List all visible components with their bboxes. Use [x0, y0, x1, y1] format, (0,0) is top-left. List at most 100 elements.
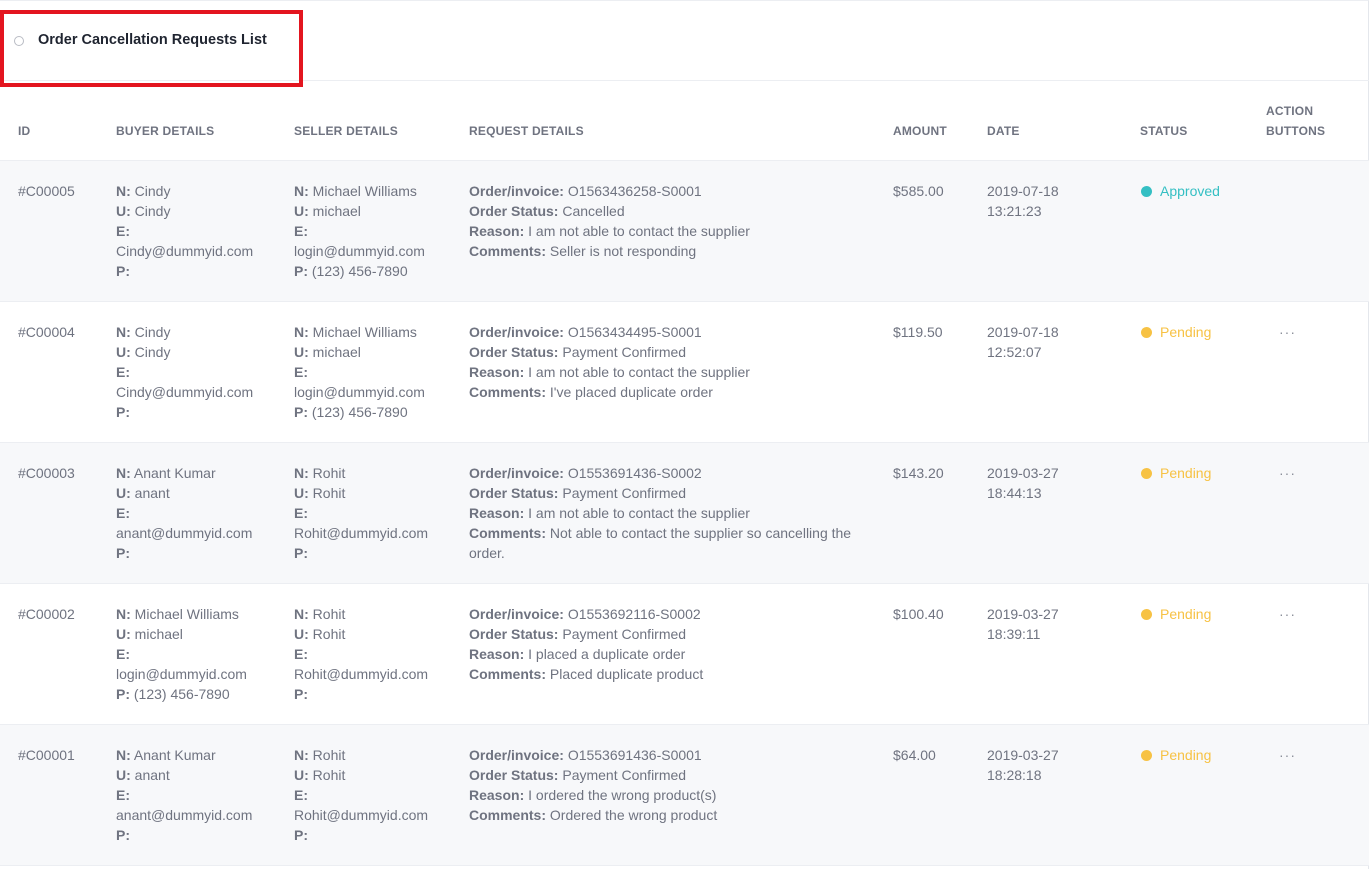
- reason-label: Reason:: [469, 364, 525, 380]
- seller-username: michael: [312, 344, 361, 360]
- order-label: Order/invoice:: [469, 183, 564, 199]
- table-row: #C00002 N: Michael Williams U: michael E…: [0, 584, 1369, 725]
- order-status: Payment Confirmed: [562, 626, 687, 642]
- buyer-username-label: U:: [116, 485, 131, 501]
- buyer-name-label: N:: [116, 324, 131, 340]
- date: 2019-07-18: [987, 324, 1059, 340]
- reason: I placed a duplicate order: [528, 646, 686, 662]
- status-label: Pending: [1160, 747, 1212, 763]
- more-horizontal-icon[interactable]: ···: [1279, 748, 1295, 762]
- seller-username-label: U:: [294, 344, 309, 360]
- more-horizontal-icon[interactable]: ···: [1279, 466, 1295, 480]
- seller-email-label: E:: [294, 505, 308, 521]
- more-horizontal-icon[interactable]: ···: [1279, 607, 1295, 621]
- time: 13:21:23: [987, 203, 1042, 219]
- seller-username-label: U:: [294, 767, 309, 783]
- seller-details: N: Rohit U: Rohit E: Rohit@dummyid.com P…: [294, 463, 428, 563]
- date: 2019-07-18: [987, 183, 1059, 199]
- seller-phone-label: P:: [294, 404, 308, 420]
- order-invoice: O1553691436-S0001: [567, 747, 702, 763]
- buyer-name: Cindy: [134, 324, 171, 340]
- buyer-username-label: U:: [116, 344, 131, 360]
- buyer-details: N: Anant Kumar U: anant E: anant@dummyid…: [116, 745, 252, 845]
- request-date: 2019-07-18 12:52:07: [987, 322, 1059, 362]
- seller-details: N: Michael Williams U: michael E: login@…: [294, 322, 425, 422]
- status-dot-icon: [1141, 327, 1152, 338]
- reason-label: Reason:: [469, 646, 525, 662]
- column-header-id: ID: [18, 124, 31, 138]
- buyer-username: anant: [134, 485, 170, 501]
- buyer-email: anant@dummyid.com: [116, 525, 253, 541]
- buyer-details: N: Cindy U: Cindy E: Cindy@dummyid.com P…: [116, 322, 253, 422]
- seller-username-label: U:: [294, 485, 309, 501]
- table-row: #C00001 N: Anant Kumar U: anant E: anant…: [0, 725, 1369, 866]
- request-details: Order/invoice: O1553691436-S0001 Order S…: [469, 745, 859, 825]
- seller-name-label: N:: [294, 465, 309, 481]
- buyer-name-label: N:: [116, 465, 131, 481]
- buyer-username-label: U:: [116, 626, 131, 642]
- seller-email: login@dummyid.com: [294, 384, 425, 400]
- time: 12:52:07: [987, 344, 1042, 360]
- order-status-label: Order Status:: [469, 203, 559, 219]
- reason: I am not able to contact the supplier: [528, 364, 750, 380]
- reason-label: Reason:: [469, 223, 525, 239]
- seller-username: Rohit: [312, 626, 346, 642]
- buyer-name-label: N:: [116, 183, 131, 199]
- request-id: #C00001: [18, 747, 75, 763]
- seller-email-label: E:: [294, 646, 308, 662]
- status-dot-icon: [1141, 186, 1152, 197]
- order-status: Payment Confirmed: [562, 485, 687, 501]
- buyer-name-label: N:: [116, 606, 131, 622]
- buyer-phone-label: P:: [116, 686, 130, 702]
- comments: Placed duplicate product: [549, 666, 704, 682]
- buyer-details: N: Michael Williams U: michael E: login@…: [116, 604, 247, 704]
- buyer-email: login@dummyid.com: [116, 666, 247, 682]
- seller-username-label: U:: [294, 203, 309, 219]
- seller-name-label: N:: [294, 183, 309, 199]
- seller-email: Rohit@dummyid.com: [294, 666, 429, 682]
- buyer-email: Cindy@dummyid.com: [116, 384, 254, 400]
- seller-phone: (123) 456-7890: [311, 263, 408, 279]
- column-header-action-line2: BUTTONS: [1266, 124, 1326, 138]
- column-header-buyer: BUYER DETAILS: [116, 124, 215, 138]
- seller-name: Rohit: [312, 465, 346, 481]
- order-invoice: O1563434495-S0001: [567, 324, 702, 340]
- seller-name-label: N:: [294, 324, 309, 340]
- comments-label: Comments:: [469, 807, 547, 823]
- more-horizontal-icon[interactable]: ···: [1279, 325, 1295, 339]
- order-invoice: O1563436258-S0001: [567, 183, 702, 199]
- status-dot-icon: [1141, 750, 1152, 761]
- buyer-email-label: E:: [116, 364, 130, 380]
- request-date: 2019-03-27 18:39:11: [987, 604, 1059, 644]
- buyer-username: Cindy: [134, 344, 171, 360]
- status-label: Pending: [1160, 465, 1212, 481]
- table-row: #C00003 N: Anant Kumar U: anant E: anant…: [0, 443, 1369, 584]
- status-label: Pending: [1160, 324, 1212, 340]
- buyer-username-label: U:: [116, 203, 131, 219]
- buyer-email-label: E:: [116, 505, 130, 521]
- buyer-name: Cindy: [134, 183, 171, 199]
- order-label: Order/invoice:: [469, 606, 564, 622]
- seller-email: Rohit@dummyid.com: [294, 525, 429, 541]
- column-header-seller: SELLER DETAILS: [294, 124, 398, 138]
- date: 2019-03-27: [987, 747, 1059, 763]
- seller-email-label: E:: [294, 223, 308, 239]
- date: 2019-03-27: [987, 465, 1059, 481]
- seller-phone-label: P:: [294, 686, 308, 702]
- request-details: Order/invoice: O1563434495-S0001 Order S…: [469, 322, 859, 402]
- request-date: 2019-03-27 18:28:18: [987, 745, 1059, 785]
- buyer-email-label: E:: [116, 646, 130, 662]
- status-badge: Pending: [1141, 322, 1211, 342]
- seller-username: michael: [312, 203, 361, 219]
- order-status-label: Order Status:: [469, 344, 559, 360]
- seller-name: Rohit: [312, 606, 346, 622]
- order-status-label: Order Status:: [469, 767, 559, 783]
- order-status: Payment Confirmed: [562, 767, 687, 783]
- reason: I ordered the wrong product(s): [528, 787, 717, 803]
- order-label: Order/invoice:: [469, 465, 564, 481]
- seller-name: Rohit: [312, 747, 346, 763]
- time: 18:39:11: [987, 626, 1041, 642]
- seller-name-label: N:: [294, 747, 309, 763]
- reason-label: Reason:: [469, 787, 525, 803]
- seller-details: N: Rohit U: Rohit E: Rohit@dummyid.com P…: [294, 604, 428, 704]
